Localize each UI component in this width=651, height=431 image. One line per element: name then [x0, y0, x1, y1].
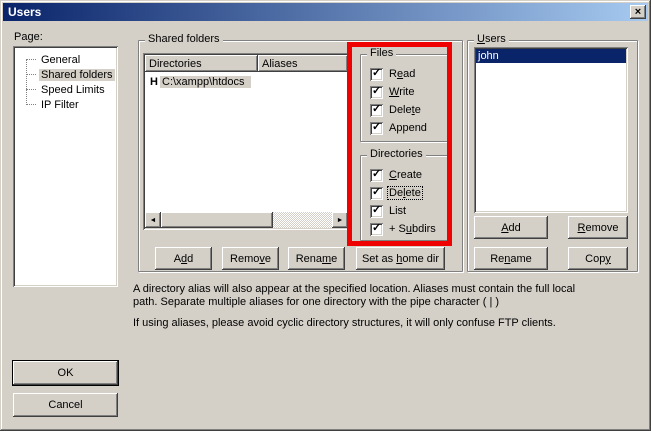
directory-row[interactable]: H C:\xampp\htdocs [145, 74, 348, 89]
checkbox-create[interactable]: ✓ Create [370, 166, 445, 184]
users-list[interactable]: john [474, 47, 628, 213]
checkbox-subdirs[interactable]: ✓ + Subdirs [370, 220, 445, 238]
tree-stub-icon [26, 74, 36, 75]
ok-button[interactable]: OK [13, 361, 118, 385]
directories-permissions-group: Directories ✓ Create ✓ Delete ✓ List ✓ +… [360, 155, 448, 241]
alias-note-1: A directory alias will also appear at th… [133, 283, 647, 309]
checkbox-icon: ✓ [370, 86, 383, 99]
rename-folder-button[interactable]: Rename [288, 247, 345, 270]
shared-folders-legend: Shared folders [145, 33, 223, 45]
directories-listview[interactable]: Directories Aliases H C:\xampp\htdocs ◄ … [143, 53, 350, 230]
cancel-button[interactable]: Cancel [13, 393, 118, 417]
checkbox-icon: ✓ [370, 205, 383, 218]
horizontal-scrollbar[interactable]: ◄ ► [145, 212, 348, 228]
checkbox-list[interactable]: ✓ List [370, 202, 445, 220]
checkbox-icon: ✓ [370, 122, 383, 135]
files-permissions-group: Files ✓ Read ✓ Write ✓ Delete ✓ Append [360, 54, 448, 142]
close-button[interactable]: × [630, 5, 646, 19]
checkbox-delete-dirs[interactable]: ✓ Delete [370, 184, 445, 202]
set-as-home-dir-button[interactable]: Set as home dir [356, 247, 445, 270]
home-dir-flag: H [145, 76, 160, 88]
scroll-right-arrow-icon[interactable]: ► [332, 212, 348, 228]
scroll-left-arrow-icon[interactable]: ◄ [145, 212, 161, 228]
users-legend: Users [474, 33, 509, 45]
checkbox-icon: ✓ [370, 187, 383, 200]
remove-folder-button[interactable]: Remove [222, 247, 279, 270]
page-item-general[interactable]: General [13, 52, 118, 67]
tree-stub-icon [26, 59, 36, 60]
checkbox-read[interactable]: ✓ Read [370, 65, 445, 83]
column-header-aliases[interactable]: Aliases [258, 55, 348, 72]
scrollbar-thumb[interactable] [161, 212, 273, 228]
page-item-speed-limits[interactable]: Speed Limits [13, 82, 118, 97]
directories-legend: Directories [367, 148, 426, 160]
listview-header: Directories Aliases [145, 55, 348, 72]
add-folder-button[interactable]: Add [155, 247, 212, 270]
user-item-john[interactable]: john [476, 49, 626, 63]
close-icon: × [635, 7, 641, 18]
checkbox-append[interactable]: ✓ Append [370, 119, 445, 137]
tree-stub-icon [26, 89, 36, 90]
checkbox-write[interactable]: ✓ Write [370, 83, 445, 101]
rename-user-button[interactable]: Rename [474, 247, 548, 270]
column-header-directories[interactable]: Directories [145, 55, 258, 72]
checkbox-icon: ✓ [370, 68, 383, 81]
alias-notes: A directory alias will also appear at th… [133, 283, 647, 330]
directory-path: C:\xampp\htdocs [160, 76, 251, 88]
files-legend: Files [367, 47, 396, 59]
page-item-shared-folders[interactable]: Shared folders [13, 67, 118, 82]
window-title: Users [3, 5, 41, 19]
page-item-ip-filter[interactable]: IP Filter [13, 97, 118, 112]
title-bar[interactable]: Users × [3, 3, 648, 21]
add-user-button[interactable]: Add [474, 216, 548, 239]
checkbox-icon: ✓ [370, 104, 383, 117]
scrollbar-track[interactable] [273, 212, 332, 228]
copy-user-button[interactable]: Copy [568, 247, 628, 270]
page-label: Page: [14, 31, 43, 43]
checkbox-icon: ✓ [370, 223, 383, 236]
page-list[interactable]: General Shared folders Speed Limits IP F… [13, 46, 118, 287]
tree-stub-icon [26, 104, 36, 105]
alias-note-2: If using aliases, please avoid cyclic di… [133, 317, 647, 330]
checkbox-delete-files[interactable]: ✓ Delete [370, 101, 445, 119]
checkbox-icon: ✓ [370, 169, 383, 182]
users-dialog: Users × Page: General Shared folders Spe… [0, 0, 651, 431]
remove-user-button[interactable]: Remove [568, 216, 628, 239]
